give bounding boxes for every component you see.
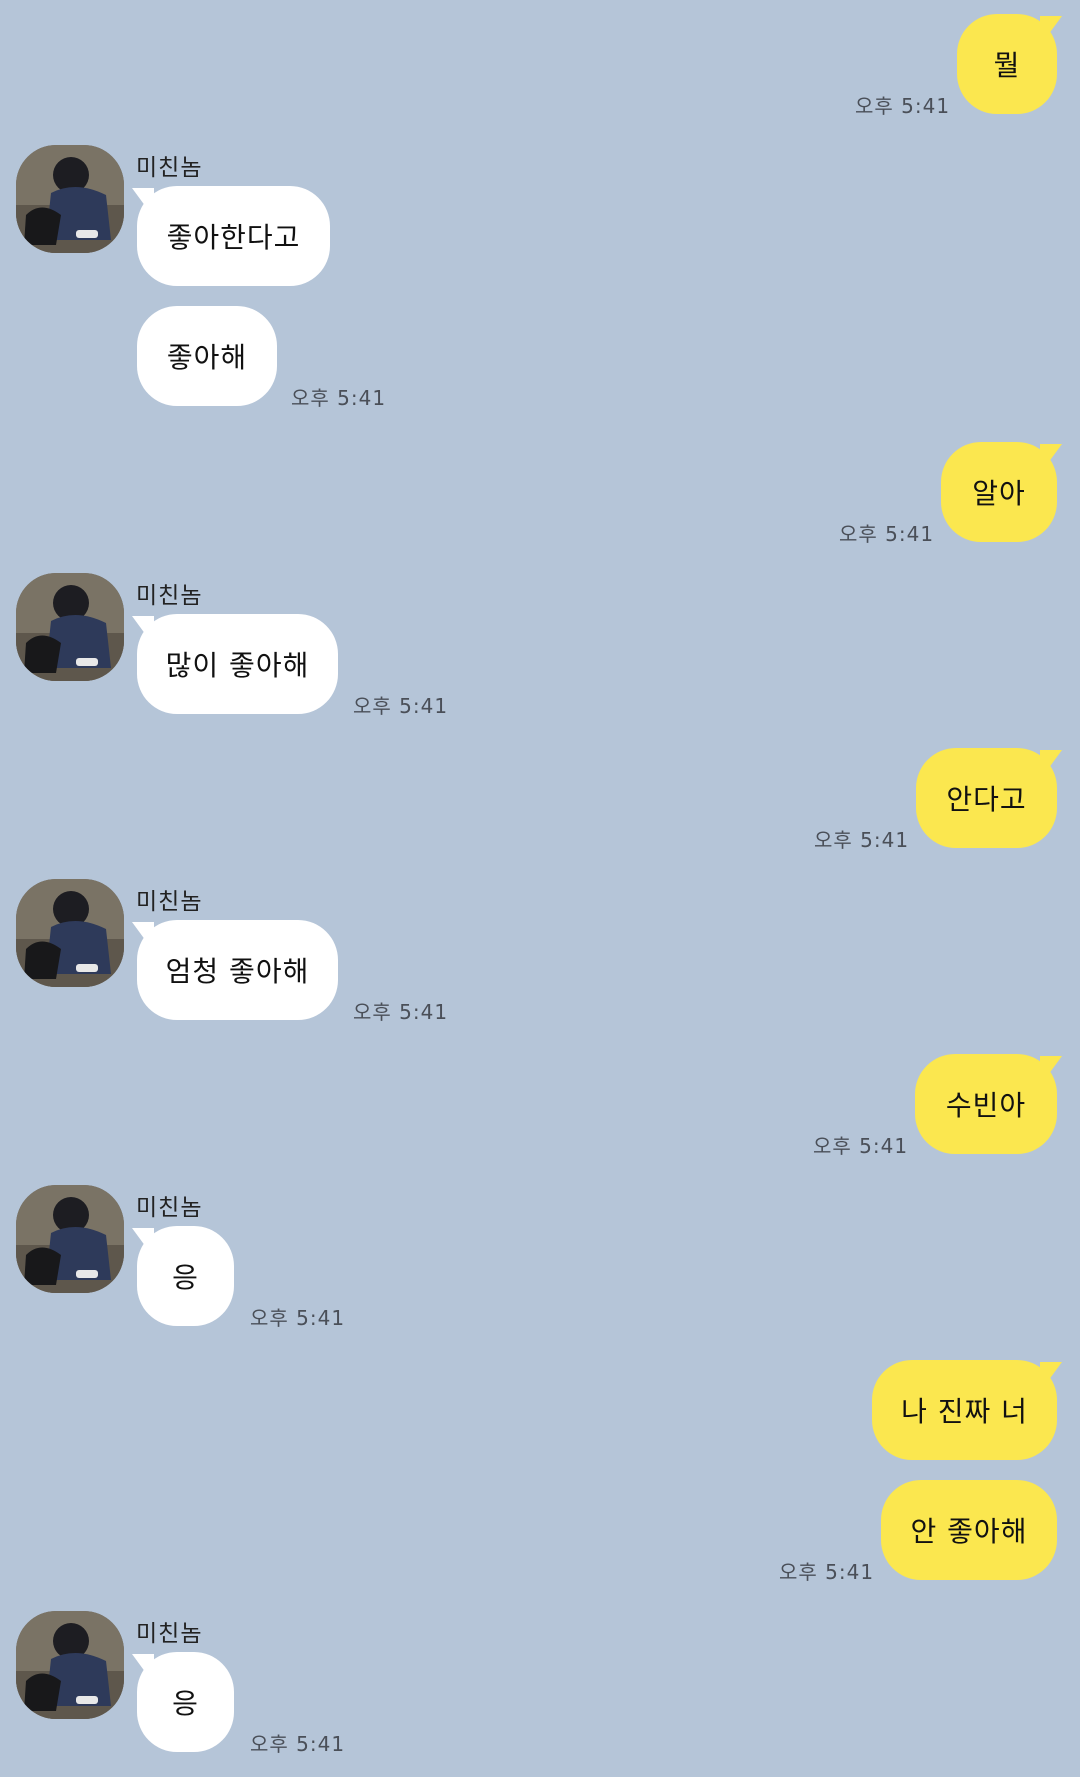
message-bubble-outgoing[interactable]: 나 진짜 너 xyxy=(872,1360,1057,1460)
bubble-tail xyxy=(1040,1362,1062,1392)
avatar[interactable] xyxy=(16,879,124,987)
message-bubble-incoming[interactable]: 많이 좋아해 xyxy=(137,614,338,714)
bubble-tail xyxy=(1040,1056,1062,1086)
sender-name: 미친놈 xyxy=(136,1195,203,1221)
message-timestamp: 오후 5:41 xyxy=(839,522,935,546)
message-timestamp: 오후 5:41 xyxy=(291,386,387,410)
message-bubble-incoming[interactable]: 엄청 좋아해 xyxy=(137,920,338,1020)
avatar[interactable] xyxy=(16,573,124,681)
avatar-photo xyxy=(16,145,124,253)
message-text: 좋아한다고 xyxy=(166,221,301,254)
sender-name: 미친놈 xyxy=(136,889,203,915)
message-timestamp: 오후 5:41 xyxy=(855,94,951,118)
message-bubble-incoming[interactable]: 응 xyxy=(137,1226,234,1326)
message-timestamp: 오후 5:41 xyxy=(813,1134,909,1158)
sender-name: 미친놈 xyxy=(136,1621,203,1647)
avatar-photo xyxy=(16,573,124,681)
message-text: 수빈아 xyxy=(945,1089,1027,1122)
message-text: 알아 xyxy=(972,477,1026,510)
message-timestamp: 오후 5:41 xyxy=(250,1732,346,1756)
avatar-photo xyxy=(16,1611,124,1719)
bubble-tail xyxy=(1040,750,1062,780)
message-timestamp: 오후 5:41 xyxy=(814,828,910,852)
message-text: 나 진짜 너 xyxy=(901,1395,1028,1428)
bubble-tail xyxy=(1040,444,1062,474)
message-bubble-incoming[interactable]: 응 xyxy=(137,1652,234,1752)
message-text: 응 xyxy=(172,1261,199,1294)
avatar-photo xyxy=(16,879,124,987)
message-bubble-outgoing[interactable]: 안 좋아해 xyxy=(881,1480,1057,1580)
avatar[interactable] xyxy=(16,1611,124,1719)
message-bubble-incoming[interactable]: 좋아한다고 xyxy=(137,186,330,286)
message-timestamp: 오후 5:41 xyxy=(250,1306,346,1330)
message-text: 좋아해 xyxy=(166,341,248,374)
message-bubble-incoming[interactable]: 좋아해 xyxy=(137,306,277,406)
avatar[interactable] xyxy=(16,145,124,253)
message-text: 뭘 xyxy=(993,49,1021,82)
bubble-tail xyxy=(1040,16,1062,46)
message-text: 엄청 좋아해 xyxy=(165,955,310,988)
message-timestamp: 오후 5:41 xyxy=(353,694,449,718)
sender-name: 미친놈 xyxy=(136,583,203,609)
sender-name: 미친놈 xyxy=(136,155,203,181)
message-bubble-outgoing[interactable]: 안다고 xyxy=(916,748,1057,848)
avatar[interactable] xyxy=(16,1185,124,1293)
message-timestamp: 오후 5:41 xyxy=(779,1560,875,1584)
avatar-photo xyxy=(16,1185,124,1293)
message-text: 응 xyxy=(172,1687,199,1720)
message-bubble-outgoing[interactable]: 수빈아 xyxy=(915,1054,1057,1154)
message-text: 많이 좋아해 xyxy=(165,649,310,682)
message-timestamp: 오후 5:41 xyxy=(353,1000,449,1024)
message-text: 안다고 xyxy=(946,783,1027,816)
message-text: 안 좋아해 xyxy=(910,1515,1028,1548)
